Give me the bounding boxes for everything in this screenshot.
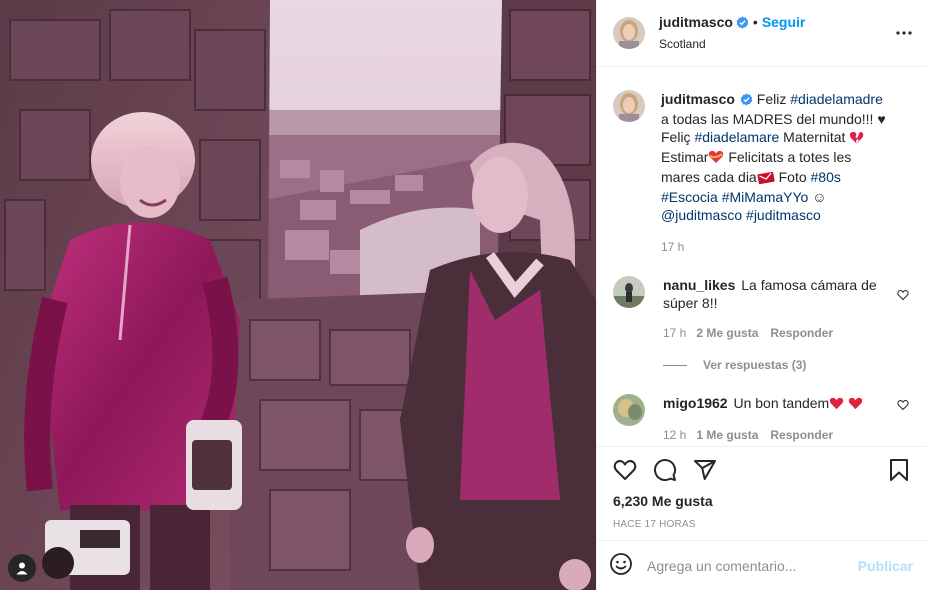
heart-icon — [613, 459, 637, 480]
comment-item: migo1962 Un bon tandem 12 h 1 Me gusta Res… — [613, 394, 911, 442]
view-replies-label: Ver respuestas (3) — [703, 358, 807, 372]
caption-timestamp[interactable]: 17 h — [661, 240, 684, 254]
post-timestamp[interactable]: HACE 17 HORAS — [613, 519, 911, 530]
caption-text: Foto — [774, 169, 811, 185]
share-button[interactable] — [693, 458, 717, 485]
commenter-avatar[interactable] — [613, 276, 645, 308]
mention-link[interactable]: @juditmasco — [661, 207, 742, 223]
comment-username[interactable]: migo1962 — [663, 395, 728, 411]
caption-text: Feliz — [756, 91, 791, 107]
comment-body: migo1962 Un bon tandem 12 h 1 Me gusta Res… — [663, 394, 885, 442]
post-actions: 6,230 Me gusta HACE 17 HORAS — [597, 446, 927, 540]
bookmark-icon — [890, 458, 908, 481]
comment-meta: 17 h 2 Me gusta Responder — [663, 326, 885, 340]
verified-badge-icon — [736, 15, 749, 33]
comment-input[interactable] — [647, 557, 858, 574]
comments-list[interactable]: juditmasco Feliz #diadelamadre a todas l… — [597, 68, 927, 446]
caption-text: Estimar — [661, 149, 709, 165]
commenter-avatar[interactable] — [613, 394, 645, 426]
red-heart-emoji-icon — [848, 396, 863, 414]
caption-text: ☺ — [808, 189, 827, 205]
hashtag-link[interactable]: #Escocia — [661, 189, 718, 205]
comment-body: nanu_likes La famosa cámara de súper 8!!… — [663, 276, 885, 340]
heart-ribbon-emoji-icon — [708, 150, 724, 168]
like-button[interactable] — [613, 458, 637, 485]
red-heart-emoji-icon — [829, 396, 844, 414]
comment-likes-count[interactable]: 1 Me gusta — [696, 428, 758, 442]
emoji-smile-icon — [610, 553, 632, 575]
comment-like-button[interactable] — [897, 288, 909, 304]
post-side-panel: juditmasco • Seguir Scotland juditmasco … — [596, 0, 927, 590]
comment-item: nanu_likes La famosa cámara de súper 8!!… — [613, 276, 911, 340]
comment-button[interactable] — [653, 458, 677, 485]
hashtag-link[interactable]: #80s — [811, 169, 841, 185]
post-photo[interactable] — [0, 0, 596, 590]
comment-likes-count[interactable]: 2 Me gusta — [696, 326, 758, 340]
replies-line — [663, 364, 687, 366]
reply-button[interactable]: Responder — [770, 326, 833, 340]
comment-meta: 12 h 1 Me gusta Responder — [663, 428, 885, 442]
caption-item: juditmasco Feliz #diadelamadre a todas l… — [613, 90, 911, 254]
reply-button[interactable]: Responder — [770, 428, 833, 442]
author-username[interactable]: juditmasco — [659, 14, 733, 30]
heart-icon — [897, 290, 909, 301]
caption-text: Maternitat — [779, 129, 850, 145]
comment-username[interactable]: nanu_likes — [663, 277, 735, 293]
add-comment-bar: Publicar — [597, 540, 927, 590]
hashtag-link[interactable]: #juditmasco — [746, 207, 821, 223]
share-icon — [694, 459, 716, 480]
view-replies-button[interactable]: Ver respuestas (3) — [663, 358, 911, 372]
hashtag-link[interactable]: #MiMamaYYo — [722, 189, 809, 205]
more-options-button[interactable] — [895, 24, 913, 45]
verified-badge-icon — [740, 92, 753, 110]
more-horizontal-icon — [896, 31, 912, 35]
publish-button[interactable]: Publicar — [858, 558, 913, 574]
author-avatar[interactable] — [613, 17, 645, 49]
caption-body: juditmasco Feliz #diadelamadre a todas l… — [661, 90, 891, 254]
tagged-user-button[interactable] — [8, 554, 36, 582]
broken-heart-emoji-icon — [849, 130, 864, 148]
separator-dot: • — [752, 14, 758, 30]
emoji-button[interactable] — [609, 552, 633, 579]
save-button[interactable] — [887, 458, 911, 485]
heart-icon — [897, 400, 909, 411]
post-location[interactable]: Scotland — [659, 35, 805, 53]
caption-username[interactable]: juditmasco — [661, 91, 735, 107]
post-header: juditmasco • Seguir Scotland — [597, 0, 927, 67]
hashtag-link[interactable]: #diadelamare — [694, 129, 779, 145]
comment-text: Un bon tandem — [733, 395, 830, 411]
comment-like-button[interactable] — [897, 398, 909, 414]
comment-timestamp[interactable]: 17 h — [663, 326, 686, 340]
likes-count[interactable]: 6,230 Me gusta — [613, 493, 911, 509]
caption-avatar[interactable] — [613, 90, 645, 122]
comment-timestamp[interactable]: 12 h — [663, 428, 686, 442]
love-letter-emoji-icon — [757, 170, 775, 188]
post-header-text: juditmasco • Seguir Scotland — [659, 13, 805, 53]
follow-button[interactable]: Seguir — [762, 14, 806, 30]
action-icons — [613, 447, 911, 495]
hashtag-link[interactable]: #diadelamadre — [790, 91, 883, 107]
post-photo-image — [0, 0, 596, 590]
user-icon — [16, 562, 28, 575]
caption-meta: 17 h — [661, 240, 891, 254]
comment-icon — [654, 458, 677, 481]
